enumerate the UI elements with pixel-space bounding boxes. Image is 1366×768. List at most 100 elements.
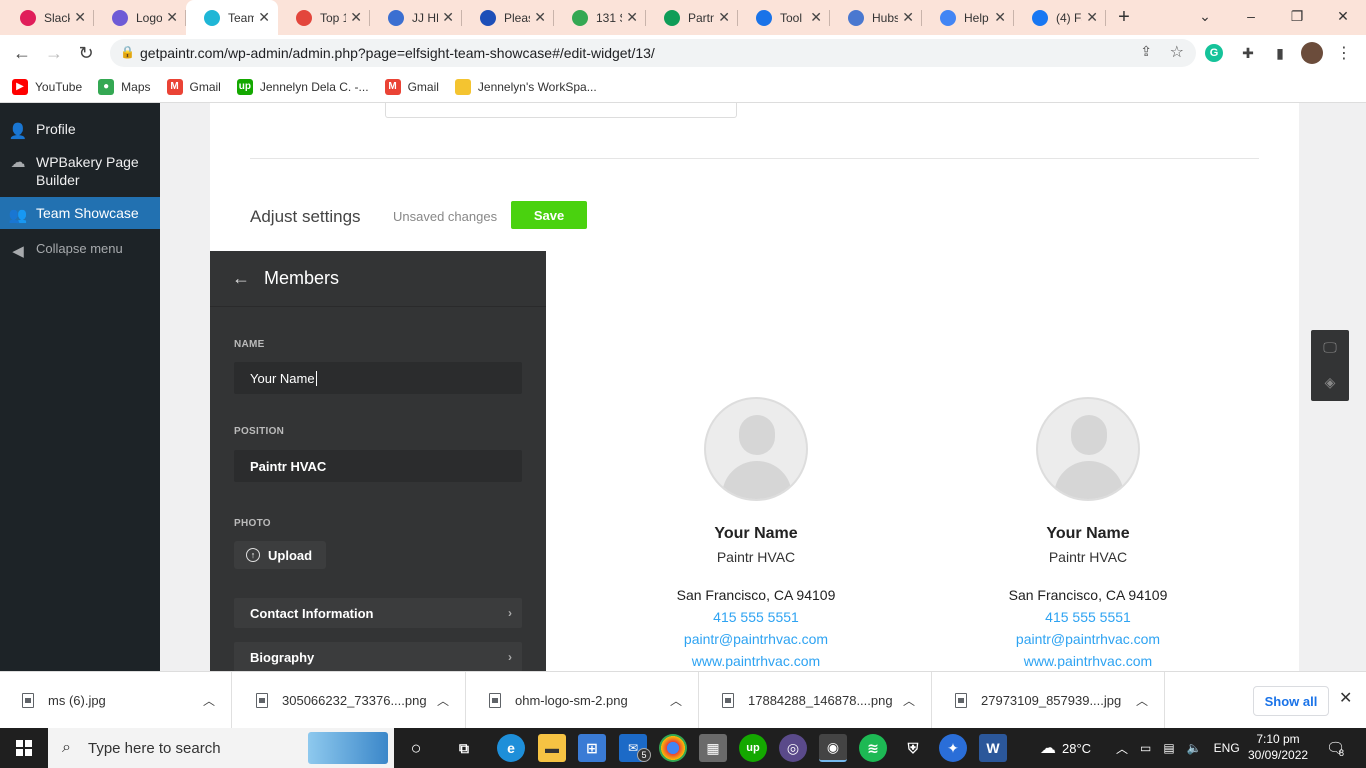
chevron-up-icon[interactable]: ︿ [670,692,682,709]
wp-menu-wpbakery[interactable]: ☁ WPBakery Page Builder [0,145,160,197]
windows-start-icon[interactable] [0,728,48,768]
bookmark-item[interactable]: ▶ YouTube [12,78,82,95]
edge-icon[interactable]: e [497,734,525,762]
browser-tab[interactable]: Pleas ✕ [462,0,554,35]
bookmark-item[interactable]: M Gmail [166,78,221,95]
chevron-up-icon[interactable]: ︿ [903,692,915,709]
chevron-up-icon[interactable]: ︿ [203,692,215,709]
save-button[interactable]: Save [511,201,587,229]
meet-icon[interactable]: ▭ [1140,741,1151,755]
store-icon[interactable]: ⊞ [578,734,606,762]
bookmark-item[interactable]: Jennelyn's WorkSpa... [454,78,597,95]
upload-button[interactable]: ↑ Upload [234,541,326,569]
browser-tab[interactable]: Top 1 ✕ [278,0,370,35]
bookmark-item[interactable]: ● Maps [98,78,151,95]
chrome-icon[interactable] [659,734,687,762]
language-indicator[interactable]: ENG [1214,741,1240,755]
browser-tab[interactable]: (4) Fa ✕ [1014,0,1106,35]
network-app-icon[interactable]: ✦ [939,734,967,762]
tab-close-icon[interactable]: ✕ [74,9,86,26]
close-window-icon[interactable]: ✕ [1320,0,1366,32]
browser-tab[interactable]: Tool ✕ [738,0,830,35]
profile-avatar[interactable] [1301,42,1323,64]
member-phone-link[interactable]: 415 555 5551 [636,609,876,625]
volume-icon[interactable]: 🔈 [1187,741,1202,755]
taskbar-search-box[interactable]: ⌕ Type here to search [48,728,394,768]
lock-icon[interactable]: 🔒 [120,45,135,59]
back-icon[interactable]: ← [8,39,36,67]
bookmark-item[interactable]: up Jennelyn Dela C. -... [236,78,369,95]
grammarly-icon[interactable]: G [1205,44,1223,62]
cortana-icon[interactable]: ○ [402,734,430,762]
address-bar[interactable]: 🔒 getpaintr.com/wp-admin/admin.php?page=… [110,39,1196,67]
tab-close-icon[interactable]: ✕ [258,9,270,26]
browser-tab[interactable]: Partn ✕ [646,0,738,35]
side-panel-icon[interactable]: ▮ [1269,42,1291,64]
show-all-button[interactable]: Show all [1253,686,1329,716]
new-tab-button[interactable]: + [1106,0,1142,35]
upwork-icon[interactable]: up [739,734,767,762]
position-input[interactable]: Paintr HVAC [234,450,522,482]
forward-icon[interactable]: → [40,39,68,67]
chevron-up-icon[interactable]: ︿ [1136,692,1148,709]
close-downloads-icon[interactable]: ✕ [1339,688,1352,708]
bookmark-item[interactable]: M Gmail [384,78,439,95]
extensions-puzzle-icon[interactable]: ✚ [1237,42,1259,64]
tab-close-icon[interactable]: ✕ [626,9,638,26]
tab-close-icon[interactable]: ✕ [810,9,822,26]
tray-chevron-icon[interactable]: ︿ [1116,740,1128,757]
browser-tab[interactable]: JJ HE ✕ [370,0,462,35]
biography-section[interactable]: Biography › [234,642,522,671]
wp-collapse-menu[interactable]: ◀ Collapse menu [0,233,160,264]
download-item[interactable]: ms (6).jpg ︿ [0,672,232,728]
download-item[interactable]: 305066232_73376....png ︿ [234,672,466,728]
file-explorer-icon[interactable]: ▬ [538,734,566,762]
tab-close-icon[interactable]: ✕ [994,9,1006,26]
weather-widget[interactable]: ☁ 28°C [1040,728,1091,768]
tab-close-icon[interactable]: ✕ [718,9,730,26]
tab-close-icon[interactable]: ✕ [350,9,362,26]
taskbar-clock[interactable]: 7:10 pm 30/09/2022 [1248,731,1308,763]
task-view-icon[interactable]: ⧉ [450,734,478,762]
browser-tab[interactable]: Hubs ✕ [830,0,922,35]
share-icon[interactable]: ⇪ [1140,43,1152,60]
download-item[interactable]: 27973109_857939....jpg ︿ [933,672,1165,728]
member-website-link[interactable]: www.paintrhvac.com [636,653,876,669]
wp-menu-profile[interactable]: 👤 Profile [0,113,160,145]
reload-icon[interactable]: ↻ [72,39,100,67]
browser-tab[interactable]: Team ✕ [186,0,278,35]
member-card[interactable]: Your Name Paintr HVAC San Francisco, CA … [968,397,1208,669]
tab-close-icon[interactable]: ✕ [1086,9,1098,26]
tab-close-icon[interactable]: ✕ [534,9,546,26]
download-item[interactable]: 17884288_146878....png ︿ [700,672,932,728]
contact-information-section[interactable]: Contact Information › [234,598,522,628]
browser-tab[interactable]: Help ✕ [922,0,1014,35]
chrome-menu-icon[interactable]: ⋮ [1333,42,1355,64]
tab-close-icon[interactable]: ✕ [442,9,454,26]
app-icon[interactable]: ◎ [779,734,807,762]
tab-search-icon[interactable]: ⌄ [1182,0,1228,32]
tab-close-icon[interactable]: ✕ [902,9,914,26]
wp-menu-team-showcase[interactable]: 👥 Team Showcase [0,197,168,229]
browser-tab[interactable]: Logo ✕ [94,0,186,35]
desktop-preview-icon[interactable]: 🖵 [1311,330,1349,365]
name-input[interactable]: Your Name [234,362,522,394]
security-shield-icon[interactable]: ⛨ [899,734,927,762]
previous-field-box[interactable] [385,103,737,118]
minimize-icon[interactable]: – [1228,0,1274,32]
member-card[interactable]: Your Name Paintr HVAC San Francisco, CA … [636,397,876,669]
calculator-icon[interactable]: ▦ [699,734,727,762]
member-email-link[interactable]: paintr@paintrhvac.com [968,631,1208,647]
bookmark-star-icon[interactable]: ☆ [1170,42,1184,62]
member-email-link[interactable]: paintr@paintrhvac.com [636,631,876,647]
paint-bucket-icon[interactable]: ◈ [1311,365,1349,400]
notification-center-icon[interactable]: 🗨 8 [1326,728,1345,768]
download-item[interactable]: ohm-logo-sm-2.png ︿ [467,672,699,728]
browser-tab[interactable]: Slack ✕ [2,0,94,35]
word-icon[interactable]: W [979,734,1007,762]
chrome-active-icon[interactable]: ◉ [819,734,847,762]
spotify-icon[interactable]: ≋ [859,734,887,762]
chevron-up-icon[interactable]: ︿ [437,692,449,709]
member-website-link[interactable]: www.paintrhvac.com [968,653,1208,669]
tab-close-icon[interactable]: ✕ [166,9,178,26]
